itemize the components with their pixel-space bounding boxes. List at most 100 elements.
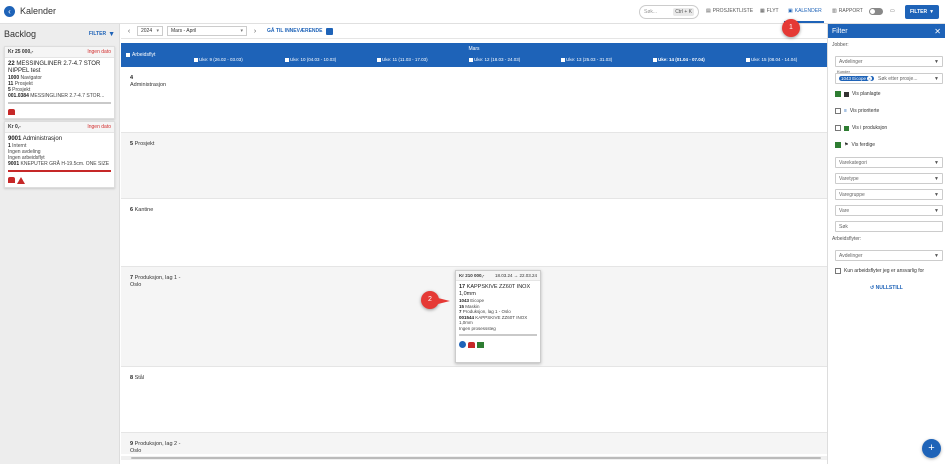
job-card[interactable]: Kr 210 000,- 18.03.24 → 22.03.24 17 KAPP… (455, 270, 541, 363)
nav-label: FLYT (766, 8, 779, 14)
select-placeholder: Varekategori (839, 159, 867, 166)
factory-icon (468, 341, 475, 348)
calendar-toolbar: ‹ 2024 ▾ Mars - April ▾ › GÅ TIL INNEVÆREN… (121, 24, 827, 39)
checkbox-vis-i-produksjon[interactable]: Vis i produksjon (835, 125, 887, 131)
checkbox-kun-ansvarlig[interactable]: Kun arbeidsflyter jeg er ansvarlig for (835, 268, 924, 274)
annotation-marker-2: 2 (421, 291, 439, 309)
checkbox-label: Kun arbeidsflyter jeg er ansvarlig for (844, 268, 925, 274)
workflow-row[interactable]: 4 Administrasjon (121, 67, 827, 133)
chevron-down-icon: ▼ (934, 75, 939, 82)
customer-chip[interactable]: 1043 Eicope × (839, 76, 875, 81)
kunder-select[interactable]: 1043 Eicope × Søk etter prosje... ▼ (835, 73, 943, 84)
factory-icon (8, 109, 15, 115)
search-input[interactable]: Søk... Ctrl + K (639, 5, 699, 19)
filter-button-label: FILTER (909, 9, 928, 15)
progress-bar (459, 334, 537, 336)
next-arrow-icon[interactable]: › (251, 28, 259, 35)
vare-select[interactable]: Vare ▼ (835, 205, 943, 216)
checkbox[interactable] (835, 142, 841, 148)
nav-label: RAPPORT (838, 8, 863, 14)
workflow-row[interactable]: 6 Kantine (121, 199, 827, 267)
card-footer (456, 341, 540, 348)
list-icon: ▤ (706, 8, 711, 14)
calendar-icon (285, 57, 289, 62)
remove-chip-icon[interactable]: × (867, 76, 873, 81)
go-to-current-button[interactable]: GÅ TIL INNEVÆRENDE (267, 28, 322, 34)
week-header-9: Uke: 9 (26.02 - 03.03) (194, 57, 243, 62)
line-num: 1043 (459, 298, 470, 303)
chevron-down-icon: ▼ (934, 207, 939, 214)
calendar-icon (844, 91, 849, 97)
card-header: Kr 0,- Ingen dato (5, 122, 114, 133)
row-name: Produksjon, lag 1 - Oslo (130, 275, 181, 288)
add-button[interactable]: + (922, 439, 941, 458)
workflow-row[interactable]: 9 Produksjon, lag 2 - Oslo (121, 433, 827, 454)
week-header-15: Uke: 15 (08.04 - 14.04) (746, 57, 797, 62)
card-title-num: 17 (459, 284, 466, 290)
checkbox-vis-ferdige[interactable]: ⚑ Vis ferdige (835, 142, 875, 148)
factory-icon (8, 177, 15, 183)
calendar-icon: ▣ (788, 8, 793, 14)
priority-icon: ≡ (844, 108, 847, 114)
chevron-down-icon: ▼ (934, 58, 939, 65)
line-text: KNEPUTER GRÅ H-19.5cm. ONE SIZE (20, 161, 110, 167)
nav-rapport[interactable]: ▥ RAPPORT (832, 8, 863, 14)
scrollbar-thumb[interactable] (131, 457, 821, 459)
row-num: 5 (130, 141, 134, 147)
calendar-icon (746, 57, 750, 62)
varetype-select[interactable]: Varetype ▼ (835, 173, 943, 184)
row-name: Produksjon, lag 2 - Oslo (130, 441, 181, 454)
chat-icon[interactable]: ▭ (890, 8, 895, 14)
reset-button[interactable]: ↺ NULLSTILL (870, 285, 903, 291)
card-dates: 18.03.24 → 22.03.24 (494, 273, 537, 278)
checkbox[interactable] (835, 91, 841, 97)
backlog-card[interactable]: Kr 25 000,- Ingen dato 22 MESSINGLINER 2… (4, 46, 115, 119)
search-shortcut: Ctrl + K (673, 8, 694, 16)
view-toggle[interactable] (869, 8, 883, 15)
nav-kalender[interactable]: ▣ KALENDER (788, 8, 822, 14)
line-text: Eicope (470, 298, 485, 303)
checkbox-label: Vis ferdige (851, 142, 876, 148)
calendar-icon (561, 57, 565, 62)
nav-prosjektliste[interactable]: ▤ PROSJEKTLISTE (706, 8, 753, 14)
avdelinger-select[interactable]: Avdelinger ▼ (835, 56, 943, 67)
nav-flyt[interactable]: ▦ FLYT (760, 8, 779, 14)
prev-arrow-icon[interactable]: ‹ (125, 28, 133, 35)
checkbox[interactable] (835, 125, 841, 131)
backlog-card[interactable]: Kr 0,- Ingen dato 9001 Administrasjon 1 … (4, 121, 115, 188)
checkbox[interactable] (835, 108, 841, 114)
workflow-row[interactable]: 8 Stål (121, 367, 827, 433)
row-label: 5 Prosjekt (130, 141, 154, 148)
checkbox[interactable] (835, 268, 841, 274)
row-label: 8 Stål (130, 375, 144, 382)
calendar-icon (469, 57, 473, 62)
checkbox-vis-planlagte[interactable]: Vis planlagte (835, 91, 881, 97)
row-name: Prosjekt (134, 141, 155, 147)
select-placeholder: Varegruppe (839, 191, 865, 198)
calendar-today-icon[interactable] (326, 27, 334, 35)
varegruppe-select[interactable]: Varegruppe ▼ (835, 189, 943, 200)
search-field[interactable]: Søk (835, 221, 943, 232)
varekategori-select[interactable]: Varekategori ▼ (835, 157, 943, 168)
select-placeholder: Varetype (839, 175, 859, 182)
back-arrow-icon[interactable]: ‹ (4, 6, 15, 17)
kunder-placeholder: Søk etter prosje... (878, 75, 918, 82)
range-select[interactable]: Mars - April ▾ (167, 26, 247, 36)
filter-button[interactable]: FILTER ▼ (905, 5, 939, 19)
marker-arrow (438, 298, 450, 304)
checkbox-vis-prioriterte[interactable]: ≡ Vis prioriterte (835, 108, 879, 114)
chevron-down-icon: ▼ (934, 159, 939, 166)
line-text: Produksjon, lag 1 - Oslo (462, 309, 511, 314)
card-title: Administrasjon (22, 136, 63, 142)
line-text: Ingen prosesssteg (459, 325, 496, 331)
backlog-filter-button[interactable]: FILTER ▼ (89, 31, 115, 38)
horizontal-scrollbar[interactable] (121, 456, 827, 460)
arbeidsflyter-select[interactable]: Avdelinger ▼ (835, 250, 943, 261)
card-title-num: 9001 (8, 136, 22, 142)
week-header-10: Uke: 10 (04.03 - 10.03) (285, 57, 336, 62)
year-select[interactable]: 2024 ▾ (137, 26, 163, 36)
grid-icon (126, 53, 130, 57)
nav-label: KALENDER (794, 8, 822, 14)
close-icon[interactable]: ✕ (934, 27, 941, 36)
workflow-row[interactable]: 5 Prosjekt (121, 133, 827, 199)
